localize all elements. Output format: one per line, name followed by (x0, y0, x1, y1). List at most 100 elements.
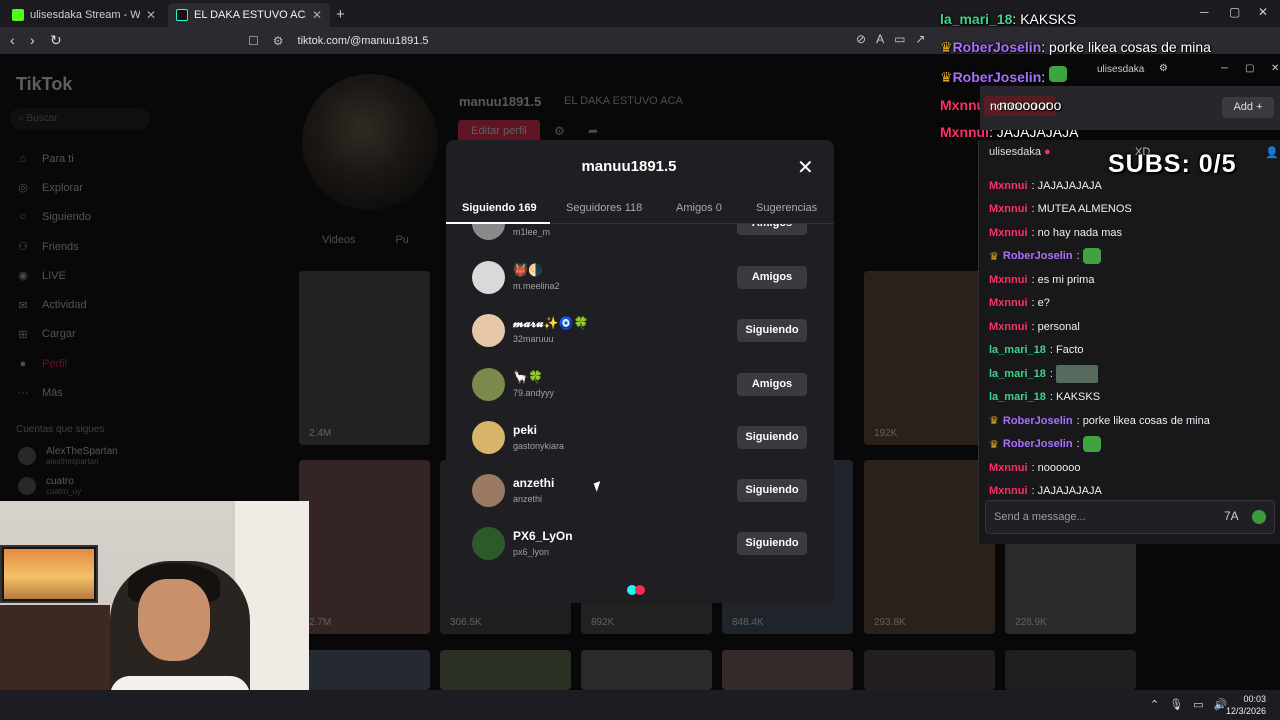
following-button[interactable]: Siguiendo (737, 319, 807, 342)
list-item[interactable]: 👹🌗 m.meelina2 Amigos (446, 251, 834, 304)
video-tile[interactable] (581, 650, 712, 690)
list-item[interactable]: PX6_LyOn px6_lyon Siguiendo (446, 517, 834, 570)
user-list[interactable]: m1lee_m Amigos 👹🌗 m.meelina2 Amigos 𝓶𝓪𝓻𝓾… (446, 224, 834, 594)
chat-username[interactable]: la_mari_18 (989, 368, 1046, 380)
chat-username[interactable]: Mxnnui (989, 485, 1028, 497)
chat-username[interactable]: Mxnnui (989, 321, 1028, 333)
video-tile[interactable] (299, 650, 430, 690)
emote-icon[interactable] (1252, 510, 1266, 524)
chat-username[interactable]: Mxnnui (989, 274, 1028, 286)
tiktok-logo[interactable]: TikTok (16, 74, 72, 95)
following-button[interactable]: Siguiendo (737, 532, 807, 555)
forward-icon[interactable]: › (30, 32, 35, 48)
user-icon[interactable]: 👤 (1265, 146, 1279, 159)
followed-account[interactable]: AlexTheSpartan alexthespartan (18, 446, 118, 466)
avatar[interactable] (472, 474, 505, 507)
site-info-icon[interactable]: ⚙ (273, 34, 284, 48)
video-tile[interactable]: 192K (864, 271, 995, 445)
avatar[interactable] (472, 314, 505, 347)
tab-videos[interactable]: Videos (322, 234, 355, 246)
video-tile[interactable] (722, 650, 853, 690)
mute-icon[interactable]: ⊘ (856, 32, 866, 46)
chat-username[interactable]: RoberJoselin (1003, 250, 1073, 262)
following-button[interactable]: Siguiendo (737, 479, 807, 502)
chat-username[interactable]: Mxnnui (989, 462, 1028, 474)
settings-icon[interactable]: ⚙ (554, 124, 565, 138)
translate-icon[interactable]: A (876, 32, 884, 46)
network-icon[interactable]: ▭ (1193, 698, 1203, 711)
followed-account[interactable]: cuatro cuatro_oy (18, 476, 81, 496)
browser-tab-kick[interactable]: ulisesdaka Stream - Watch Live on Ki ✕ (4, 3, 164, 27)
chat-username[interactable]: Mxnnui (989, 203, 1028, 215)
close-icon[interactable]: ✕ (1271, 63, 1279, 74)
browser-tab-tiktok[interactable]: EL DAKA ESTUVO ACA (@manu ✕ (168, 3, 330, 27)
avatar[interactable] (472, 368, 505, 401)
friends-button[interactable]: Amigos (737, 266, 807, 289)
search-input[interactable]: ⌕ Buscar (10, 108, 150, 130)
address-bar[interactable]: ☐ ⚙ tiktok.com/@manuu1891.5 (248, 30, 948, 51)
nav-item-live[interactable]: ◉ LIVE (16, 261, 91, 290)
avatar[interactable] (472, 421, 505, 454)
edit-profile-button[interactable]: Editar perfil (458, 120, 540, 142)
share-icon[interactable]: ➦ (588, 124, 598, 138)
chat-input[interactable]: Send a message... 7A (985, 500, 1275, 534)
tab-amigos[interactable]: Amigos 0 (676, 202, 722, 214)
close-tab-icon[interactable]: ✕ (312, 8, 322, 22)
video-tile[interactable]: 293.8K (864, 460, 995, 634)
close-icon[interactable]: ✕ (797, 155, 814, 180)
nav-item-friends[interactable]: ⚇ Friends (16, 232, 91, 261)
tab-seguidores[interactable]: Seguidores 118 (566, 202, 642, 214)
gear-icon[interactable]: ⚙ (1159, 63, 1168, 74)
list-item[interactable]: 𝓶𝓪𝓻𝓾✨🧿🍀 32maruuu Siguiendo (446, 304, 834, 357)
list-item[interactable]: 🦙🍀 79.andyyy Amigos (446, 358, 834, 411)
chevron-up-icon[interactable]: ⌃ (1150, 698, 1159, 711)
minimize-icon[interactable]: ─ (1221, 63, 1228, 74)
nav-item-explorar[interactable]: ◎ Explorar (16, 173, 91, 202)
nav-item-siguiendo[interactable]: ○ Siguiendo (16, 203, 91, 232)
video-tile[interactable] (1005, 650, 1136, 690)
new-tab-icon[interactable]: + (336, 6, 345, 23)
avatar[interactable] (472, 527, 505, 560)
close-window-icon[interactable]: ✕ (1258, 5, 1268, 19)
nav-item-actividad[interactable]: ✉ Actividad (16, 290, 91, 319)
nav-item-cargar[interactable]: ⊞ Cargar (16, 320, 91, 349)
avatar[interactable] (472, 261, 505, 294)
avatar[interactable] (472, 224, 505, 240)
chat-username[interactable]: RoberJoselin (1003, 438, 1073, 450)
tab-other[interactable]: Pu (395, 234, 408, 246)
chat-username[interactable]: Mxnnui (989, 227, 1028, 239)
tab-sugerencias[interactable]: Sugerencias (756, 202, 817, 214)
maximize-icon[interactable]: ▢ (1245, 63, 1254, 74)
translate-icon[interactable]: 7A (1224, 509, 1239, 523)
list-item[interactable]: peki gastonykiara Siguiendo (446, 411, 834, 464)
reload-icon[interactable]: ↻ (50, 32, 62, 49)
friends-button[interactable]: Amigos (737, 373, 807, 396)
maximize-icon[interactable]: ▢ (1229, 5, 1240, 19)
video-tile[interactable]: 2.7M (299, 460, 430, 634)
chat-username[interactable]: Mxnnui (989, 297, 1028, 309)
chat-username[interactable]: la_mari_18 (989, 391, 1046, 403)
screen-icon[interactable]: ▭ (894, 32, 905, 46)
chat-username[interactable]: RoberJoselin (1003, 415, 1073, 427)
chat-username[interactable]: la_mari_18 (989, 344, 1046, 356)
minimize-icon[interactable]: ─ (1200, 5, 1209, 19)
chat-username[interactable]: Mxnnui (989, 180, 1028, 192)
tab-siguiendo[interactable]: Siguiendo 169 (462, 202, 537, 214)
nav-item-para-ti[interactable]: ⌂ Para ti (16, 144, 91, 173)
clock[interactable]: 00:03 12/3/2026 (1226, 693, 1266, 717)
video-tile[interactable] (864, 650, 995, 690)
friends-button[interactable]: Amigos (737, 224, 807, 235)
back-icon[interactable]: ‹ (10, 32, 15, 48)
list-item[interactable]: m1lee_m Amigos (446, 224, 834, 250)
share-icon[interactable]: ↗ (915, 32, 925, 46)
bookmark-icon[interactable]: ☐ (248, 34, 259, 48)
profile-avatar[interactable] (302, 74, 438, 210)
following-button[interactable]: Siguiendo (737, 426, 807, 449)
microphone-icon[interactable]: 🎙 (1169, 698, 1183, 711)
video-tile[interactable] (440, 650, 571, 690)
add-button[interactable]: Add + (1222, 97, 1274, 118)
video-tile[interactable]: 2.4M (299, 271, 430, 445)
nav-item-mas[interactable]: ··· Más (16, 378, 91, 407)
list-item[interactable]: anzethi anzethi Siguiendo (446, 464, 834, 517)
close-tab-icon[interactable]: ✕ (146, 8, 156, 22)
